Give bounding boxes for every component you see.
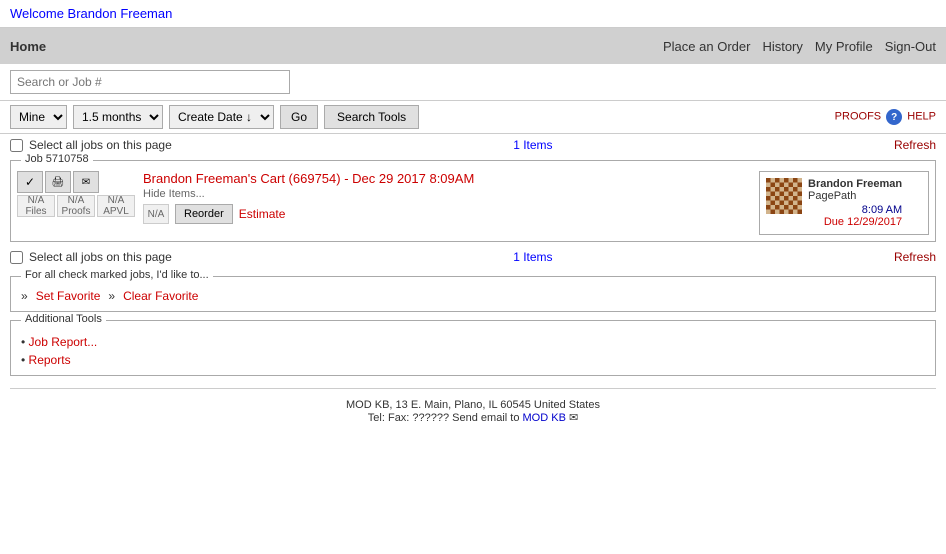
na-files: N/A Files [17,195,55,217]
hide-items[interactable]: Hide Items... [143,188,205,200]
print-button[interactable]: 🖨 [45,171,71,193]
na-small: N/A [143,204,169,224]
select-all-checkbox-top[interactable] [10,139,23,152]
help-label: HELP [907,111,936,123]
estimate-link[interactable]: Estimate [239,207,286,221]
filter-row: Mine 1.5 months Create Date ↓ Go Search … [0,101,946,134]
nav-home[interactable]: Home [10,39,46,54]
select-all-checkbox-bottom[interactable] [10,251,23,264]
job-group: Job 5710758 🖨 ✉ N/A Files [10,160,936,242]
sort-select[interactable]: Create Date ↓ [169,105,274,129]
select-all-top: Select all jobs on this page [10,138,172,152]
footer-contact: Tel: Fax: ?????? Send email to MOD KB ✉ [4,411,942,424]
job-title-link[interactable]: Brandon Freeman's Cart (669754) - Dec 29… [143,171,474,186]
for-all-group: For all check marked jobs, I'd like to..… [10,276,936,312]
nav-my-profile[interactable]: My Profile [815,39,873,54]
help-icon[interactable]: ? [886,109,902,125]
na-apvl: N/A APVL [97,195,135,217]
job-actions: 🖨 ✉ N/A Files N/A Proofs N/A APVL [17,171,135,217]
job-card-time: 8:09 AM [808,204,902,216]
clear-favorite-link[interactable]: Clear Favorite [123,289,198,303]
search-input[interactable] [10,70,290,94]
job-group-title: Job 5710758 [21,153,93,165]
email-button[interactable]: ✉ [73,171,99,193]
for-all-title: For all check marked jobs, I'd like to..… [21,269,213,281]
items-count-top: 1 Items [513,138,552,152]
nav-history[interactable]: History [762,39,802,54]
print-icon: 🖨 [52,177,65,188]
items-row-top: Select all jobs on this page 1 Items Ref… [0,134,946,156]
select-all-label-bottom: Select all jobs on this page [29,250,172,264]
job-details: Brandon Freeman's Cart (669754) - Dec 29… [143,171,751,224]
job-actions-top: 🖨 ✉ [17,171,135,193]
job-actions-bottom: N/A Files N/A Proofs N/A APVL [17,195,135,217]
footer-address: MOD KB, 13 E. Main, Plano, IL 60545 Unit… [4,399,942,411]
bullet-1: » [21,289,28,303]
search-bar [0,64,946,101]
proofs-help: PROOFS ? HELP [835,109,936,125]
nav-right: Place an Order History My Profile Sign-O… [663,39,936,54]
nav-bar: Home Place an Order History My Profile S… [0,28,946,64]
nav-place-order[interactable]: Place an Order [663,39,750,54]
reorder-button[interactable]: Reorder [175,204,233,224]
reports-item: • Reports [21,353,925,367]
checkmark-button[interactable] [17,171,43,193]
items-row-bottom: Select all jobs on this page 1 Items Ref… [0,246,946,268]
proofs-label: PROOFS [835,111,881,123]
email-icon: ✉ [82,177,90,188]
items-count-bottom: 1 Items [513,250,552,264]
welcome-text: Welcome Brandon Freeman [10,6,172,21]
separator: » [108,289,115,303]
mine-select[interactable]: Mine [10,105,67,129]
refresh-link-top[interactable]: Refresh [894,138,936,152]
job-card-avatar [766,178,802,214]
actions-links: » Set Favorite » Clear Favorite [21,289,925,303]
checkmark-icon [25,175,35,189]
welcome-bar: Welcome Brandon Freeman [0,0,946,28]
set-favorite-link[interactable]: Set Favorite [36,289,101,303]
refresh-link-bottom[interactable]: Refresh [894,250,936,264]
additional-tools-group: Additional Tools • Job Report... • Repor… [10,320,936,376]
footer-mod-kb-link[interactable]: MOD KB [523,412,566,424]
job-card-due: Due 12/29/2017 [808,216,902,228]
job-card-info: Brandon Freeman PagePath 8:09 AM Due 12/… [808,178,902,228]
additional-tools-title: Additional Tools [21,313,106,325]
footer-tel-fax: Tel: Fax: ?????? Send email to [368,412,520,424]
job-report-link[interactable]: Job Report... [29,335,98,349]
job-item: 🖨 ✉ N/A Files N/A Proofs N/A APVL [17,171,929,235]
date-range-select[interactable]: 1.5 months [73,105,163,129]
na-proofs: N/A Proofs [57,195,95,217]
footer-divider [10,388,936,389]
job-sub-actions: N/A Reorder Estimate [143,204,751,224]
select-all-label-top: Select all jobs on this page [29,138,172,152]
search-tools-button[interactable]: Search Tools [324,105,419,129]
select-all-bottom: Select all jobs on this page [10,250,172,264]
job-card-name: Brandon Freeman [808,178,902,190]
footer-email-icon: ✉ [569,412,578,424]
reports-link[interactable]: Reports [29,353,71,367]
job-card: Brandon Freeman PagePath 8:09 AM Due 12/… [759,171,929,235]
nav-sign-out[interactable]: Sign-Out [885,39,936,54]
job-report-item: • Job Report... [21,335,925,349]
job-card-company: PagePath [808,190,902,202]
footer: MOD KB, 13 E. Main, Plano, IL 60545 Unit… [0,395,946,428]
go-button[interactable]: Go [280,105,318,129]
tools-list: • Job Report... • Reports [21,335,925,367]
